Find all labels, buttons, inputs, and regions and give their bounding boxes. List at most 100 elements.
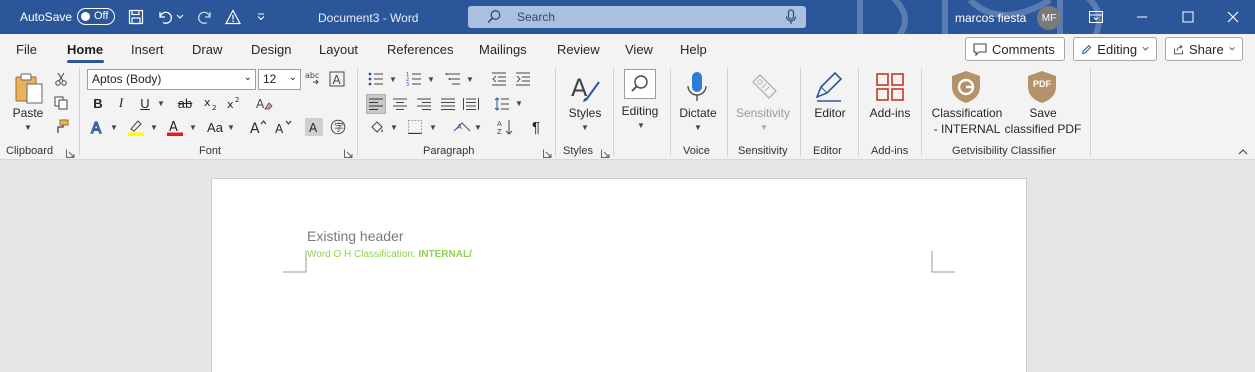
superscript-icon[interactable]: x2: [225, 94, 243, 112]
format-painter-icon[interactable]: [53, 118, 69, 134]
paste-dropdown-icon[interactable]: ▼: [24, 123, 32, 132]
collapse-ribbon-icon[interactable]: [1236, 146, 1250, 158]
line-spacing-icon[interactable]: [493, 94, 511, 114]
tab-view[interactable]: View: [625, 42, 653, 57]
classification-line[interactable]: Word O H Classification: INTERNAL/: [307, 249, 472, 260]
classification-shield-icon[interactable]: [948, 69, 984, 105]
save-pdf-label-line2[interactable]: classified PDF: [1004, 121, 1082, 137]
underline-icon[interactable]: U: [137, 94, 153, 112]
tab-file[interactable]: File: [16, 42, 37, 57]
text-effects-dropdown-icon[interactable]: ▼: [110, 123, 118, 132]
font-launcher-icon[interactable]: [344, 147, 353, 158]
avatar[interactable]: MF: [1037, 6, 1061, 30]
underline-dropdown-icon[interactable]: ▼: [157, 99, 165, 108]
shrink-font-icon[interactable]: A: [275, 118, 293, 136]
show-formatting-marks-icon[interactable]: ¶: [527, 117, 545, 137]
tab-design[interactable]: Design: [251, 42, 291, 57]
font-color-dropdown-icon[interactable]: ▼: [189, 123, 197, 132]
tab-review[interactable]: Review: [557, 42, 600, 57]
distributed-icon[interactable]: [462, 94, 480, 114]
editor-icon[interactable]: [812, 70, 846, 104]
paragraph-launcher-icon[interactable]: [543, 147, 552, 158]
customize-toolbar-icon[interactable]: [252, 8, 270, 26]
font-name-combo[interactable]: Aptos (Body) ⌄: [87, 69, 256, 90]
minimize-icon[interactable]: [1133, 8, 1151, 26]
bold-icon[interactable]: B: [90, 94, 106, 112]
shading-dropdown-icon[interactable]: ▼: [390, 123, 398, 132]
subscript-icon[interactable]: x2: [202, 94, 220, 112]
editor-label[interactable]: Editor: [808, 105, 852, 121]
dictate-label[interactable]: Dictate: [676, 105, 720, 121]
tab-help[interactable]: Help: [680, 42, 707, 57]
change-case-icon[interactable]: Aa: [205, 118, 225, 136]
tab-insert[interactable]: Insert: [131, 42, 164, 57]
document-page[interactable]: [211, 178, 1027, 372]
user-name[interactable]: marcos fiesta: [955, 11, 1026, 25]
sort-icon[interactable]: AZ: [496, 117, 516, 137]
classification-label-line2[interactable]: - INTERNAL: [929, 121, 1005, 137]
undo-icon[interactable]: [156, 8, 174, 26]
numbering-dropdown-icon[interactable]: ▼: [427, 75, 435, 84]
styles-dropdown-icon[interactable]: ▼: [581, 123, 589, 132]
save-pdf-label-line1[interactable]: Save: [1004, 105, 1082, 121]
clipboard-launcher-icon[interactable]: [66, 147, 75, 158]
font-color-icon[interactable]: A: [165, 118, 185, 136]
align-left-icon[interactable]: [366, 94, 386, 114]
editing-label[interactable]: Editing: [617, 103, 663, 119]
tab-home[interactable]: Home: [67, 42, 103, 57]
undo-dropdown-icon[interactable]: [174, 8, 186, 26]
share-button[interactable]: Share: [1165, 37, 1243, 61]
styles-label[interactable]: Styles: [565, 105, 605, 121]
increase-indent-icon[interactable]: [514, 70, 532, 88]
multilevel-list-icon[interactable]: [444, 70, 462, 88]
add-ins-icon[interactable]: [873, 70, 907, 104]
character-shading-icon[interactable]: A: [305, 118, 323, 136]
borders-icon[interactable]: [405, 117, 425, 137]
tab-layout[interactable]: Layout: [319, 42, 358, 57]
numbering-icon[interactable]: 123: [405, 70, 423, 88]
shading-icon[interactable]: [367, 117, 387, 137]
strikethrough-icon[interactable]: ab: [175, 94, 195, 112]
paste-label[interactable]: Paste: [12, 105, 44, 121]
styles-launcher-icon[interactable]: [601, 147, 610, 158]
bullets-icon[interactable]: [367, 70, 385, 88]
editing-dropdown-icon[interactable]: ▼: [637, 121, 645, 130]
paste-icon[interactable]: [12, 71, 46, 105]
autosave-toggle[interactable]: Off: [77, 8, 115, 25]
save-icon[interactable]: [127, 8, 145, 26]
text-effects-icon[interactable]: A: [89, 118, 107, 136]
text-effects-abc-icon[interactable]: abc: [305, 70, 323, 88]
highlight-dropdown-icon[interactable]: ▼: [150, 123, 158, 132]
maximize-icon[interactable]: [1179, 8, 1197, 26]
align-right-icon[interactable]: [415, 94, 433, 114]
italic-icon[interactable]: I: [113, 94, 129, 112]
text-direction-dropdown-icon[interactable]: ▼: [474, 123, 482, 132]
text-direction-icon[interactable]: A: [452, 117, 472, 137]
font-size-combo[interactable]: 12 ⌄: [258, 69, 301, 90]
enclose-characters-icon[interactable]: 字: [329, 118, 347, 136]
editing-mode-button[interactable]: Editing: [1073, 37, 1157, 61]
pdf-shield-icon[interactable]: PDF: [1025, 69, 1059, 105]
add-ins-label[interactable]: Add-ins: [866, 105, 914, 121]
tab-references[interactable]: References: [387, 42, 453, 57]
align-center-icon[interactable]: [391, 94, 409, 114]
accessibility-warning-icon[interactable]: [224, 8, 242, 26]
close-icon[interactable]: [1224, 8, 1242, 26]
search-box[interactable]: Search: [468, 6, 806, 28]
bullets-dropdown-icon[interactable]: ▼: [389, 75, 397, 84]
styles-icon[interactable]: A: [568, 71, 602, 105]
borders-dropdown-icon[interactable]: ▼: [429, 123, 437, 132]
comments-button[interactable]: Comments: [965, 37, 1065, 61]
microphone-icon[interactable]: [682, 70, 712, 106]
decrease-indent-icon[interactable]: [490, 70, 508, 88]
tab-draw[interactable]: Draw: [192, 42, 222, 57]
highlight-color-icon[interactable]: [126, 118, 146, 136]
ribbon-display-options-icon[interactable]: [1087, 8, 1105, 26]
redo-icon[interactable]: [196, 8, 214, 26]
copy-icon[interactable]: [53, 95, 69, 111]
clear-formatting-icon[interactable]: A: [254, 94, 274, 112]
justify-icon[interactable]: [439, 94, 457, 114]
microphone-icon[interactable]: [784, 9, 798, 28]
multilevel-dropdown-icon[interactable]: ▼: [466, 75, 474, 84]
existing-header-text[interactable]: Existing header: [307, 228, 404, 244]
